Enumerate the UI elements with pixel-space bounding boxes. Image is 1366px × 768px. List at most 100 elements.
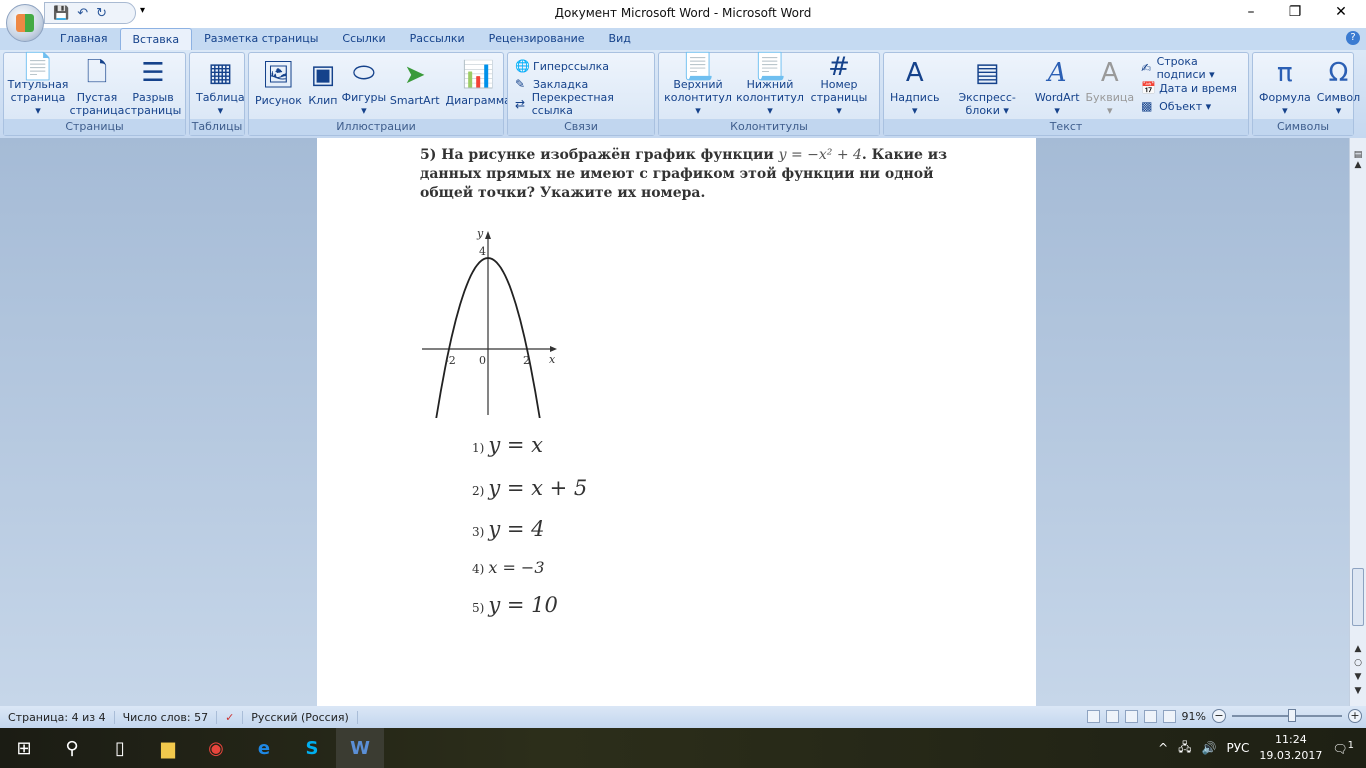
question-text: 5) На рисунке изображён график функции y… xyxy=(420,147,948,201)
group-label: Иллюстрации xyxy=(249,119,503,135)
tab-page-layout[interactable]: Разметка страницы xyxy=(192,28,330,50)
wordart-icon: A xyxy=(1047,58,1067,88)
zoom-out-icon[interactable]: − xyxy=(1212,709,1226,723)
spellcheck-icon[interactable]: ✓ xyxy=(217,710,244,724)
zoom-in-icon[interactable]: + xyxy=(1348,709,1362,723)
clock[interactable]: 11:24 19.03.2017 xyxy=(1259,732,1322,764)
title-bar: 💾 ↶ ↻ ▾ Документ Microsoft Word - Micros… xyxy=(0,0,1366,28)
table-button[interactable]: ▦ Таблица ▾ xyxy=(193,55,248,117)
date-time-button[interactable]: 📅 Дата и время xyxy=(1141,81,1241,95)
window-title: Документ Microsoft Word - Microsoft Word xyxy=(554,6,812,20)
tick-label: 2 xyxy=(523,354,530,367)
dropcap-icon: A xyxy=(1100,58,1119,88)
help-icon[interactable]: ? xyxy=(1346,31,1360,45)
tab-insert[interactable]: Вставка xyxy=(119,28,193,50)
shapes-button[interactable]: ⬭ Фигуры ▾ xyxy=(341,55,387,117)
zoom-slider[interactable] xyxy=(1232,709,1342,722)
table-icon: ▦ xyxy=(208,58,233,88)
taskbar: ⊞ ⚲ ▯ ▆ ◉ e S W ^ 🖧 🔊 РУС 11:24 19.03.201… xyxy=(0,728,1366,768)
print-layout-view-icon[interactable] xyxy=(1086,709,1100,723)
signature-line-button[interactable]: ✍ Строка подписи ▾ xyxy=(1141,55,1241,81)
dropcap-button[interactable]: A Буквица ▾ xyxy=(1083,55,1138,117)
textbox-icon: A xyxy=(905,58,924,88)
full-screen-reading-icon[interactable] xyxy=(1105,709,1119,723)
answer-option: 4) x = −3 xyxy=(472,558,545,577)
word-count[interactable]: Число слов: 57 xyxy=(115,710,218,724)
equation-button[interactable]: π Формула ▾ xyxy=(1256,55,1314,117)
globe-icon: 🌐 xyxy=(515,59,530,73)
group-illustrations: 🖼 Рисунок ▣ Клип ⬭ Фигуры ▾ ➤ SmartArt 📊 Диаг… xyxy=(248,52,511,136)
chart-icon: 📊 xyxy=(462,59,495,90)
scroll-thumb[interactable] xyxy=(1352,568,1364,626)
notifications-icon[interactable]: 🗨1 xyxy=(1332,740,1354,756)
scroll-up-icon[interactable]: ▲ xyxy=(1350,160,1366,170)
smartart-button[interactable]: ➤ SmartArt xyxy=(387,55,443,117)
document-page[interactable]: 5) На рисунке изображён график функции y… xyxy=(317,138,1036,706)
office-button[interactable] xyxy=(6,4,44,42)
language-status[interactable]: Русский (Россия) xyxy=(243,710,358,724)
group-links: 🌐 Гиперссылка ✎ Закладка ⇄ Перекрестная ссы… xyxy=(507,52,655,136)
answer-option: 3) y = 4 xyxy=(472,517,545,541)
zoom-level[interactable]: 91% xyxy=(1182,710,1206,723)
blank-page-button[interactable]: 🗋 Пустая страница xyxy=(69,55,125,117)
group-label: Колонтитулы xyxy=(659,119,879,135)
network-icon[interactable]: 🖧 xyxy=(1178,738,1191,759)
start-button[interactable]: ⊞ xyxy=(0,728,48,768)
x-axis-label: x xyxy=(549,353,556,366)
clipart-button[interactable]: ▣ Клип xyxy=(305,55,341,117)
group-label: Текст xyxy=(884,119,1248,135)
cover-page-button[interactable]: 📄 Титульная страница ▾ xyxy=(7,54,69,118)
restore-button[interactable]: ❐ xyxy=(1280,4,1310,20)
shapes-icon: ⬭ xyxy=(352,58,376,88)
page-count[interactable]: Страница: 4 из 4 xyxy=(0,710,115,724)
chart-button[interactable]: 📊 Диаграмма xyxy=(443,55,514,117)
office-logo-icon xyxy=(16,14,34,32)
picture-button[interactable]: 🖼 Рисунок xyxy=(252,55,305,117)
edge-icon[interactable]: e xyxy=(240,728,288,768)
draft-view-icon[interactable] xyxy=(1162,709,1176,723)
show-hidden-icons[interactable]: ^ xyxy=(1158,741,1168,755)
search-icon[interactable]: ⚲ xyxy=(48,728,96,768)
tab-view[interactable]: Вид xyxy=(597,28,643,50)
header-button[interactable]: 📃 Верхний колонтитул ▾ xyxy=(662,54,734,118)
chrome-icon[interactable]: ◉ xyxy=(192,728,240,768)
word-taskbar-icon[interactable]: W xyxy=(336,728,384,768)
volume-icon[interactable]: 🔊 xyxy=(1202,741,1217,755)
skype-icon[interactable]: S xyxy=(288,728,336,768)
tab-home[interactable]: Главная xyxy=(48,28,120,50)
quick-parts-button[interactable]: ▤ Экспресс-блоки ▾ xyxy=(943,55,1032,117)
vertical-scrollbar[interactable]: ▤ ▲ ▲ ○ ▼ ▼ xyxy=(1349,138,1366,706)
wordart-button[interactable]: A WordArt ▾ xyxy=(1032,55,1083,117)
bookmark-button[interactable]: ✎ Закладка xyxy=(515,77,647,91)
tab-references[interactable]: Ссылки xyxy=(330,28,397,50)
blank-page-icon: 🗋 xyxy=(86,58,108,88)
browse-buttons[interactable]: ▲ ○ ▼ ▼ xyxy=(1350,642,1366,698)
minimize-button[interactable]: – xyxy=(1236,4,1266,20)
web-layout-icon[interactable] xyxy=(1124,709,1138,723)
input-language[interactable]: РУС xyxy=(1226,741,1249,755)
symbol-button[interactable]: Ω Символ ▾ xyxy=(1314,55,1363,117)
ruler-toggle-icon[interactable]: ▤ xyxy=(1350,150,1366,160)
close-button[interactable]: ✕ xyxy=(1326,4,1356,20)
tab-review[interactable]: Рецензирование xyxy=(477,28,597,50)
cross-reference-button[interactable]: ⇄ Перекрестная ссылка xyxy=(515,91,647,117)
outline-view-icon[interactable] xyxy=(1143,709,1157,723)
tick-label: 0 xyxy=(479,354,486,367)
zoom-slider-thumb[interactable] xyxy=(1288,709,1296,722)
page-number-button[interactable]: # Номер страницы ▾ xyxy=(806,54,872,118)
page-break-button[interactable]: ☰ Разрыв страницы xyxy=(125,55,182,117)
status-bar: Страница: 4 из 4 Число слов: 57 ✓ Русски… xyxy=(0,706,1366,728)
task-view-icon[interactable]: ▯ xyxy=(96,728,144,768)
answer-option: 5) y = 10 xyxy=(472,593,558,617)
cross-reference-icon: ⇄ xyxy=(515,97,526,111)
group-label: Страницы xyxy=(4,119,185,135)
footer-button[interactable]: 📃 Нижний колонтитул ▾ xyxy=(734,54,806,118)
textbox-button[interactable]: A Надпись ▾ xyxy=(887,55,943,117)
bookmark-icon: ✎ xyxy=(515,77,526,91)
object-button[interactable]: ▩ Объект ▾ xyxy=(1141,99,1241,113)
group-symbols: π Формула ▾ Ω Символ ▾ Символы xyxy=(1252,52,1360,136)
tab-mailings[interactable]: Рассылки xyxy=(398,28,477,50)
ribbon: 📄 Титульная страница ▾ 🗋 Пустая страница ☰… xyxy=(0,50,1366,138)
file-explorer-icon[interactable]: ▆ xyxy=(144,728,192,768)
hyperlink-button[interactable]: 🌐 Гиперссылка xyxy=(515,59,647,73)
